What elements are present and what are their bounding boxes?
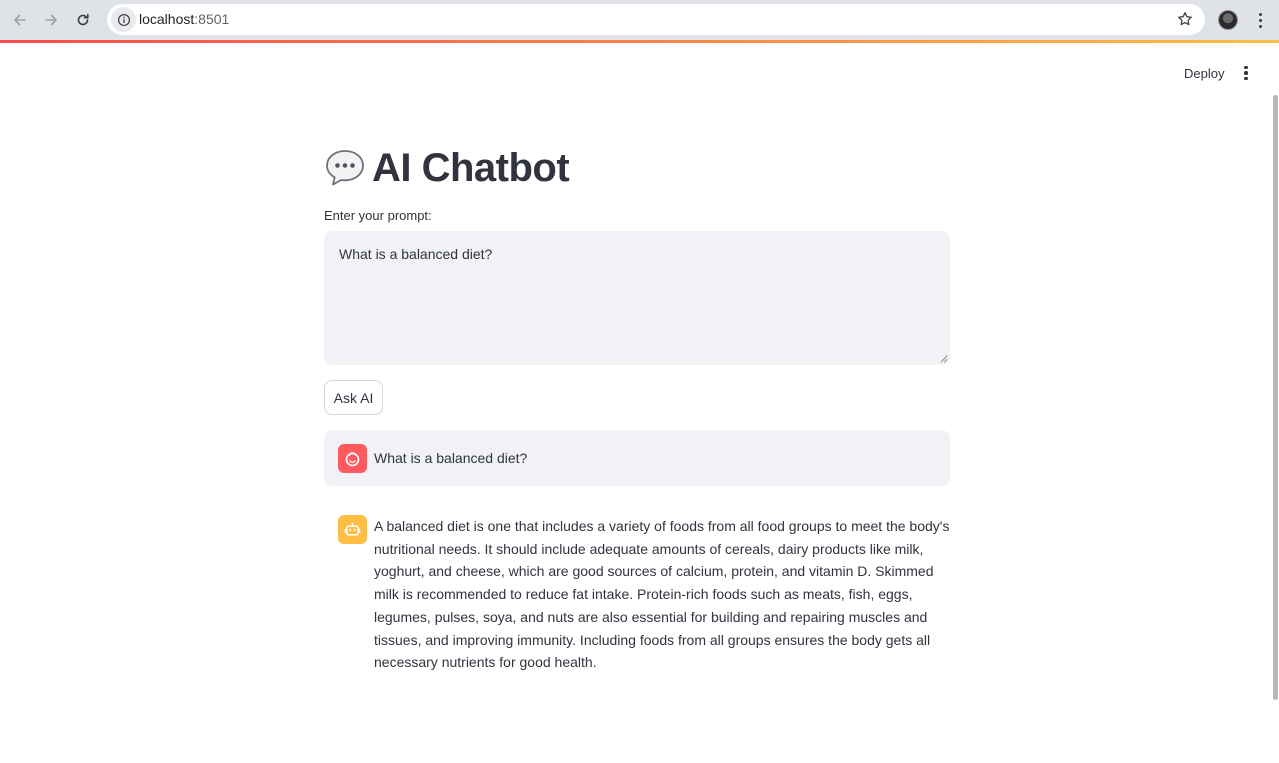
user-message-text: What is a balanced diet? (374, 450, 528, 466)
main-content: AI Chatbot Enter your prompt: What is a … (324, 140, 950, 670)
app-menu-icon[interactable] (1236, 62, 1256, 84)
app-header-decoration (0, 40, 1279, 43)
scrollbar[interactable] (1273, 95, 1278, 700)
info-icon (117, 13, 130, 26)
prompt-label: Enter your prompt: (324, 208, 432, 223)
ask-ai-button[interactable]: Ask AI (324, 380, 383, 415)
forward-arrow-icon (45, 14, 57, 26)
site-info-button[interactable] (111, 7, 136, 32)
prompt-input[interactable]: What is a balanced diet? (324, 231, 950, 365)
deploy-button[interactable]: Deploy (1178, 62, 1230, 85)
robot-icon (344, 522, 361, 536)
address-bar[interactable]: localhost:8501 (107, 4, 1205, 35)
reload-icon (77, 13, 89, 26)
assistant-message-text: A balanced diet is one that includes a v… (374, 518, 950, 671)
url-port: :8501 (194, 11, 230, 27)
reload-button[interactable] (71, 8, 95, 32)
user-face-icon (345, 452, 360, 467)
user-avatar (338, 444, 367, 473)
assistant-avatar (338, 515, 367, 544)
forward-button[interactable] (39, 8, 63, 32)
browser-toolbar: localhost:8501 (0, 0, 1279, 40)
back-arrow-icon (14, 14, 26, 26)
bookmark-star-icon[interactable] (1177, 11, 1193, 27)
back-button[interactable] (8, 8, 32, 32)
user-chat-message: What is a balanced diet? (324, 430, 950, 486)
url-text: localhost:8501 (139, 11, 229, 27)
resize-handle-icon[interactable] (938, 353, 948, 363)
profile-avatar-icon[interactable] (1218, 10, 1238, 30)
browser-menu-icon[interactable] (1250, 10, 1270, 30)
speech-balloon-icon (326, 150, 364, 186)
app-title: AI Chatbot (372, 145, 570, 190)
url-host: localhost (139, 11, 195, 27)
page-title: AI Chatbot (324, 140, 950, 196)
